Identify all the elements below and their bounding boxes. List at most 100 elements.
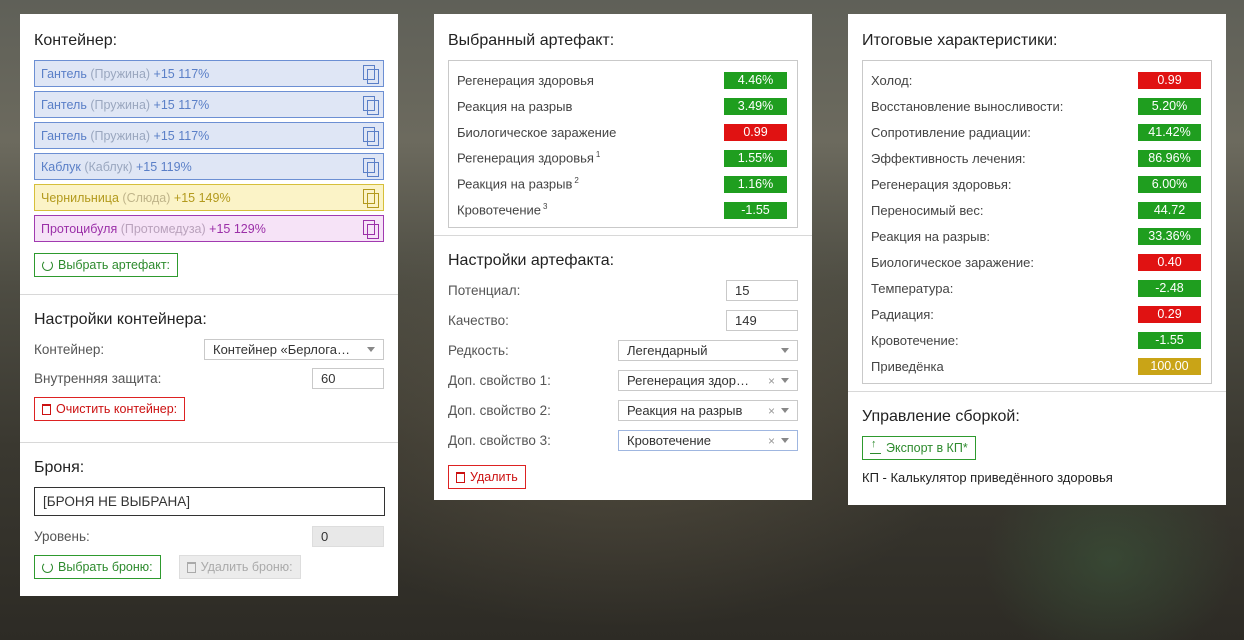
stat-footnote: 1	[595, 150, 601, 160]
selected-artifact-title: Выбранный артефакт:	[448, 32, 615, 49]
item-name: Протоцибуля	[41, 221, 118, 236]
stat-label-text: Биологическое заражение:	[871, 254, 1034, 270]
container-section: Контейнер: Гантель (Пружина) +15 117% Ган…	[20, 14, 398, 294]
item-sub: (Пружина)	[90, 128, 151, 143]
potential-input[interactable]: 15	[726, 280, 798, 301]
stat-label: Кровотечение 3	[457, 202, 547, 217]
stat-label-text: Переносимый вес:	[871, 202, 984, 218]
selected-artifact-section: Выбранный артефакт: Регенерация здоровья…	[434, 14, 812, 235]
stat-row: Температура: -2.48	[871, 275, 1201, 301]
item-sub: (Слюда)	[122, 190, 171, 205]
stat-value-badge: 33.36%	[1138, 227, 1201, 245]
export-button[interactable]: Экспорт в КП*	[862, 436, 976, 460]
stat-row: Холод: 0.99	[871, 67, 1201, 93]
prop1-value: Регенерация здор…	[627, 373, 749, 388]
container-item[interactable]: Каблук (Каблук) +15 119%	[34, 153, 384, 180]
container-select-label: Контейнер:	[34, 342, 105, 357]
stat-row: Реакция на разрыв 3.49%	[457, 93, 787, 119]
stat-label-text: Сопротивление радиации:	[871, 124, 1031, 140]
item-name: Гантель	[41, 66, 87, 81]
stat-row: Сопротивление радиации: 41.42%	[871, 119, 1201, 145]
item-sub: (Каблук)	[84, 159, 133, 174]
stat-label: Реакция на разрыв 2	[457, 176, 579, 191]
delete-artifact-button[interactable]: Удалить	[448, 465, 526, 489]
container-item[interactable]: Гантель (Пружина) +15 117%	[34, 60, 384, 87]
stat-value-badge: 3.49%	[724, 97, 787, 115]
copy-icon[interactable]	[363, 158, 379, 177]
container-item[interactable]: Гантель (Пружина) +15 117%	[34, 122, 384, 149]
stat-value-badge: 1.16%	[724, 175, 787, 193]
delete-artifact-label: Удалить	[470, 470, 518, 484]
container-items: Гантель (Пружина) +15 117% Гантель (Пружи…	[34, 60, 384, 242]
stat-label-text: Эффективность лечения:	[871, 150, 1026, 166]
stat-value-badge: -1.55	[724, 201, 787, 219]
remove-armor-button[interactable]: Удалить броню:	[178, 555, 301, 579]
stat-value-badge: 5.20%	[1138, 97, 1201, 115]
container-item-text: Протоцибуля (Протомедуза) +15 129%	[41, 222, 266, 236]
container-item-text: Гантель (Пружина) +15 117%	[41, 98, 209, 112]
stat-label-text: Биологическое заражение	[457, 124, 617, 140]
copy-icon[interactable]	[363, 127, 379, 146]
armor-title: Броня:	[34, 459, 85, 476]
protection-input[interactable]: 60	[312, 368, 384, 389]
copy-icon[interactable]	[363, 189, 379, 208]
stat-value-badge: 0.29	[1138, 305, 1201, 323]
stat-label: Реакция на разрыв:	[871, 229, 990, 244]
prop1-select[interactable]: Регенерация здор… ×	[618, 370, 798, 391]
stat-label-text: Восстановление выносливости:	[871, 98, 1064, 114]
stat-label: Температура:	[871, 281, 953, 296]
copy-icon[interactable]	[363, 96, 379, 115]
left-panel: Контейнер: Гантель (Пружина) +15 117% Ган…	[20, 14, 398, 596]
prop3-select[interactable]: Кровотечение ×	[618, 430, 798, 451]
clear-container-button[interactable]: Очистить контейнер:	[34, 397, 186, 421]
trash-icon	[42, 403, 51, 415]
stat-value-badge: 0.99	[1138, 71, 1201, 89]
item-name: Каблук	[41, 159, 81, 174]
copy-icon[interactable]	[363, 220, 379, 239]
item-sub: (Протомедуза)	[120, 221, 206, 236]
stat-label-text: Приведёнка	[871, 358, 944, 374]
prop2-select[interactable]: Реакция на разрыв ×	[618, 400, 798, 421]
stat-label: Биологическое заражение	[457, 125, 616, 140]
stat-row: Реакция на разрыв: 33.36%	[871, 223, 1201, 249]
artifact-settings-section: Настройки артефакта: Потенциал: 15 Качес…	[434, 235, 812, 501]
artifact-stats-table: Регенерация здоровья 4.46% Реакция на разр…	[448, 60, 798, 228]
chevron-down-icon	[367, 347, 375, 352]
stat-label-text: Холод:	[871, 72, 913, 88]
rarity-select[interactable]: Легендарный	[618, 340, 798, 361]
select-armor-button[interactable]: Выбрать броню:	[34, 555, 161, 579]
clear-icon[interactable]: ×	[768, 404, 775, 418]
clear-icon[interactable]: ×	[768, 434, 775, 448]
remove-armor-label: Удалить броню:	[200, 560, 293, 574]
item-name: Чернильница	[41, 190, 119, 205]
stat-label: Кровотечение:	[871, 333, 959, 348]
stat-row: Восстановление выносливости: 5.20%	[871, 93, 1201, 119]
container-item[interactable]: Чернильница (Слюда) +15 149%	[34, 184, 384, 211]
item-bonus: +15 149%	[173, 190, 231, 205]
stat-value-badge: -1.55	[1138, 331, 1201, 349]
clear-icon[interactable]: ×	[768, 374, 775, 388]
stat-label: Регенерация здоровья	[457, 73, 594, 88]
container-item[interactable]: Протоцибуля (Протомедуза) +15 129%	[34, 215, 384, 242]
item-bonus: +15 129%	[209, 221, 266, 236]
item-bonus: +15 117%	[153, 66, 210, 81]
stat-label: Регенерация здоровья 1	[457, 150, 600, 165]
stat-value-badge: 86.96%	[1138, 149, 1201, 167]
container-item-text: Чернильница (Слюда) +15 149%	[41, 191, 231, 205]
export-label: Экспорт в КП*	[886, 441, 968, 455]
select-artifact-button[interactable]: Выбрать артефакт:	[34, 253, 179, 277]
container-item[interactable]: Гантель (Пружина) +15 117%	[34, 91, 384, 118]
stat-label-text: Радиация:	[871, 306, 934, 322]
chevron-down-icon	[781, 378, 789, 383]
container-select-value: Контейнер «Берлога…	[213, 342, 350, 357]
armor-field[interactable]: [БРОНЯ НЕ ВЫБРАНА]	[34, 487, 385, 516]
container-item-text: Гантель (Пружина) +15 117%	[41, 67, 209, 81]
quality-label: Качество:	[448, 313, 509, 328]
quality-input[interactable]: 149	[726, 310, 798, 331]
container-title: Контейнер:	[34, 32, 118, 49]
build-management-section: Управление сборкой: Экспорт в КП* КП - К…	[848, 391, 1226, 497]
item-sub: (Пружина)	[90, 97, 151, 112]
copy-icon[interactable]	[363, 65, 379, 84]
item-name: Гантель	[41, 128, 87, 143]
container-select[interactable]: Контейнер «Берлога…	[204, 339, 384, 360]
